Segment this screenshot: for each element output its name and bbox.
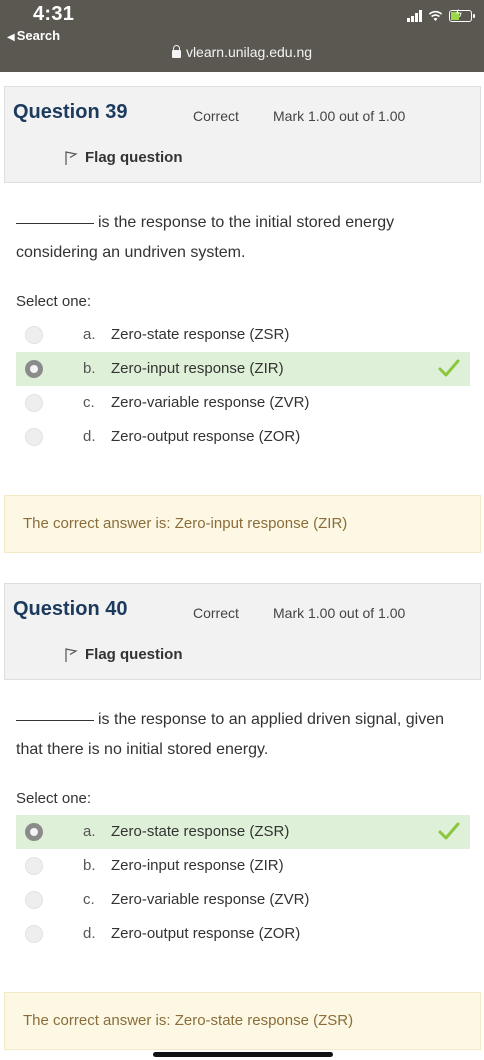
radio-button[interactable] [25,326,43,344]
radio-button[interactable] [25,925,43,943]
question-title: Question 39 [13,101,128,123]
status-time: 4:31 [33,3,75,25]
option-letter: d. [83,428,96,445]
select-one-prompt: Select one: [16,790,92,807]
option-text: Zero-output response (ZOR) [111,428,301,445]
question-text: is the response to an applied driven sig… [16,711,444,758]
question-grade: Mark 1.00 out of 1.00 [273,605,406,621]
url-text: vlearn.unilag.edu.ng [185,44,313,60]
option-text: Zero-state response (ZSR) [111,326,290,343]
answer-option-a[interactable]: a. Zero-state response (ZSR) [16,815,470,849]
answer-blank [16,223,94,224]
lock-icon [171,45,181,58]
feedback-text: The correct answer is: Zero-input respon… [23,515,348,532]
checkmark-icon [438,359,460,377]
answer-option-d[interactable]: d. Zero-output response (ZOR) [16,917,470,951]
browser-top-bar: 4:31 ◀ Search ϟ vlearn.unilag.edu.ng [0,0,484,72]
option-letter: d. [83,925,96,942]
question-state: Correct [193,108,239,124]
option-letter: a. [83,823,96,840]
flag-label: Flag question [85,646,183,663]
answer-blank [16,720,94,721]
option-text: Zero-variable response (ZVR) [111,394,310,411]
answer-option-c[interactable]: c. Zero-variable response (ZVR) [16,386,470,420]
answer-option-b[interactable]: b. Zero-input response (ZIR) [16,352,470,386]
option-text: Zero-state response (ZSR) [111,823,290,840]
flag-icon [65,647,78,662]
question-info: Question 40 Correct Mark 1.00 out of 1.0… [4,583,481,680]
home-indicator[interactable] [153,1052,333,1057]
question-grade: Mark 1.00 out of 1.00 [273,108,406,124]
status-icons: ϟ [407,8,475,22]
option-letter: b. [83,857,96,874]
radio-button-selected[interactable] [25,360,43,378]
option-text: Zero-input response (ZIR) [111,360,284,377]
back-to-search-button[interactable]: ◀ Search [7,28,60,43]
radio-button[interactable] [25,891,43,909]
question-info: Question 39 Correct Mark 1.00 out of 1.0… [4,86,481,183]
flag-question-link[interactable]: Flag question [63,646,183,663]
answer-options: a. Zero-state response (ZSR) b. Zero-input… [16,815,470,951]
option-text: Zero-variable response (ZVR) [111,891,310,908]
battery-icon: ϟ [449,8,475,22]
flag-icon [65,150,78,165]
answer-option-b[interactable]: b. Zero-input response (ZIR) [16,849,470,883]
answer-option-d[interactable]: d. Zero-output response (ZOR) [16,420,470,454]
back-label: Search [16,28,61,43]
option-letter: a. [83,326,96,343]
question-state: Correct [193,605,239,621]
select-one-prompt: Select one: [16,293,92,310]
correct-answer-feedback: The correct answer is: Zero-state respon… [4,992,481,1050]
option-text: Zero-input response (ZIR) [111,857,284,874]
flag-label: Flag question [85,149,183,166]
answer-option-a[interactable]: a. Zero-state response (ZSR) [16,318,470,352]
correct-answer-feedback: The correct answer is: Zero-input respon… [4,495,481,553]
question-title: Question 40 [13,598,128,620]
radio-button-selected[interactable] [25,823,43,841]
radio-button[interactable] [25,857,43,875]
checkmark-icon [438,822,460,840]
option-letter: c. [83,891,95,908]
feedback-text: The correct answer is: Zero-state respon… [23,1012,354,1029]
address-bar[interactable]: vlearn.unilag.edu.ng [0,44,484,60]
question-text: is the response to the initial stored en… [16,214,395,261]
option-letter: b. [83,360,96,377]
radio-button[interactable] [25,428,43,446]
answer-option-c[interactable]: c. Zero-variable response (ZVR) [16,883,470,917]
question-40: Question 40 Correct Mark 1.00 out of 1.0… [0,583,484,1050]
answer-options: a. Zero-state response (ZSR) b. Zero-input… [16,318,470,454]
option-letter: c. [83,394,95,411]
radio-button[interactable] [25,394,43,412]
back-arrow-icon: ◀ [7,32,15,43]
option-text: Zero-output response (ZOR) [111,925,301,942]
wifi-icon [428,10,443,21]
question-39: Question 39 Correct Mark 1.00 out of 1.0… [0,86,484,553]
flag-question-link[interactable]: Flag question [63,149,183,166]
cellular-signal-icon [407,10,422,22]
